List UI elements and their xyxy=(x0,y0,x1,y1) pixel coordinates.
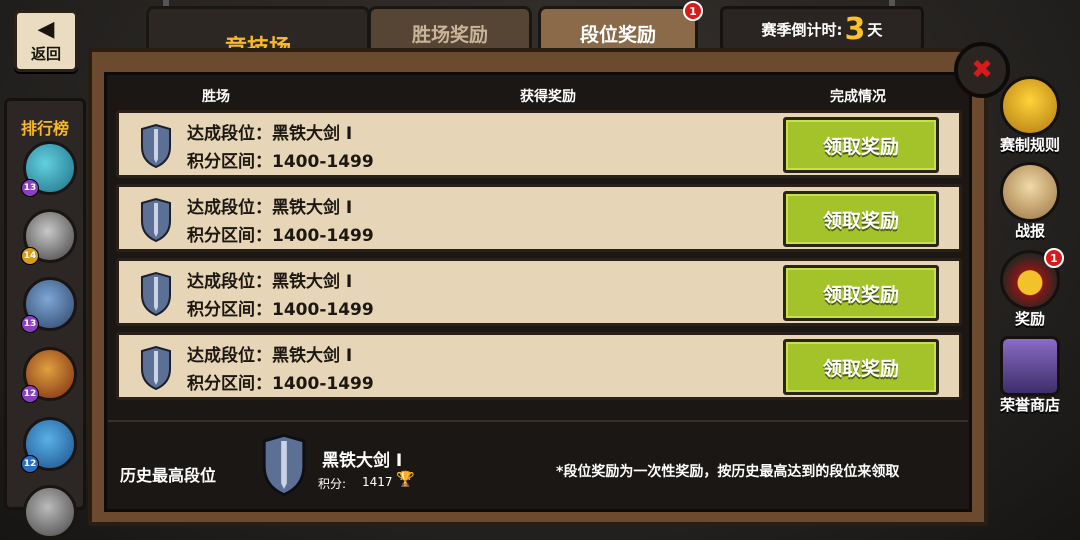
row-range-text: 积分区间：1400-1499 xyxy=(187,226,374,246)
avatar-level-4: 12 xyxy=(21,385,39,403)
history-score-label: 积分: xyxy=(318,477,347,491)
row-rank-text: 达成段位：黑铁大剑 I xyxy=(187,124,353,144)
reward-label: 奖励 xyxy=(1014,310,1045,328)
avatar-level-5: 12 xyxy=(21,455,39,473)
leaderboard-panel: 排行榜 13 14 13 12 12 xyxy=(4,98,86,539)
tab-rank-reward-label: 段位奖励 xyxy=(579,24,656,46)
tab-win-reward-label: 胜场奖励 xyxy=(411,24,488,46)
season-countdown: 赛季倒计时: 3 天 xyxy=(720,6,924,52)
history-rank-shield-icon xyxy=(262,433,306,497)
avatar-level-1: 13 xyxy=(21,179,39,197)
history-score-value: 1417 xyxy=(362,475,393,489)
season-days: 3 xyxy=(844,11,866,47)
reward-note: *段位奖励为一次性奖励，按历史最高达到的段位来领取 xyxy=(556,464,900,480)
trophy-icon: 🏆 xyxy=(396,470,415,488)
battle-report-label: 战报 xyxy=(1014,222,1045,240)
row-range-text: 积分区间：1400-1499 xyxy=(187,152,374,172)
season-unit: 天 xyxy=(867,20,883,39)
tab-notification-badge: 1 xyxy=(683,1,703,21)
iron-sword-shield-icon xyxy=(141,197,171,243)
row-rank-text: 达成段位：黑铁大剑 I xyxy=(187,198,353,218)
rules-label: 赛制规则 xyxy=(999,136,1060,154)
header-win: 胜场 xyxy=(202,89,230,105)
leaderboard-title: 排行榜 xyxy=(20,119,69,138)
claim-reward-button[interactable]: 领取奖励 xyxy=(783,117,939,173)
claim-reward-button[interactable]: 领取奖励 xyxy=(783,191,939,247)
reward-row: 达成段位：黑铁大剑 I 积分区间：1400-1499 领取奖励 xyxy=(116,258,962,326)
claim-reward-button[interactable]: 领取奖励 xyxy=(783,339,939,395)
history-rank-name: 黑铁大剑 I xyxy=(322,451,403,471)
honor-shop-label: 荣誉商店 xyxy=(999,396,1060,414)
leaderboard-avatar-6[interactable] xyxy=(23,485,77,539)
back-button[interactable]: ◀ 返回 xyxy=(14,10,78,72)
row-range-text: 积分区间：1400-1499 xyxy=(187,300,374,320)
shop-tower-icon xyxy=(1000,336,1060,396)
row-range-text: 积分区间：1400-1499 xyxy=(187,374,374,394)
battle-report-button[interactable]: 战报 xyxy=(992,162,1068,241)
avatar-level-2: 14 xyxy=(21,247,39,265)
close-icon: ✖ xyxy=(971,55,993,85)
honor-shop-button[interactable]: 荣誉商店 xyxy=(992,336,1068,415)
reward-row: 达成段位：黑铁大剑 I 积分区间：1400-1499 领取奖励 xyxy=(116,110,962,178)
reward-row: 达成段位：黑铁大剑 I 积分区间：1400-1499 领取奖励 xyxy=(116,332,962,400)
claim-reward-button[interactable]: 领取奖励 xyxy=(783,265,939,321)
header-status: 完成情况 xyxy=(830,89,886,105)
header-reward: 获得奖励 xyxy=(520,89,576,105)
iron-sword-shield-icon xyxy=(141,123,171,169)
row-rank-text: 达成段位：黑铁大剑 I xyxy=(187,272,353,292)
reward-notification-badge: 1 xyxy=(1044,248,1064,268)
history-label: 历史最高段位 xyxy=(120,466,217,485)
back-arrow-icon: ◀ xyxy=(37,16,55,42)
row-rank-text: 达成段位：黑铁大剑 I xyxy=(187,346,353,366)
season-prefix: 赛季倒计时: xyxy=(761,20,843,39)
iron-sword-shield-icon xyxy=(141,345,171,391)
iron-sword-shield-icon xyxy=(141,271,171,317)
avatar-level-3: 13 xyxy=(21,315,39,333)
trophy-cup-icon xyxy=(1000,76,1060,136)
back-label: 返回 xyxy=(30,44,61,63)
scroll-icon xyxy=(1000,162,1060,222)
rules-button[interactable]: 赛制规则 xyxy=(992,76,1068,155)
reward-row: 达成段位：黑铁大剑 I 积分区间：1400-1499 领取奖励 xyxy=(116,184,962,252)
